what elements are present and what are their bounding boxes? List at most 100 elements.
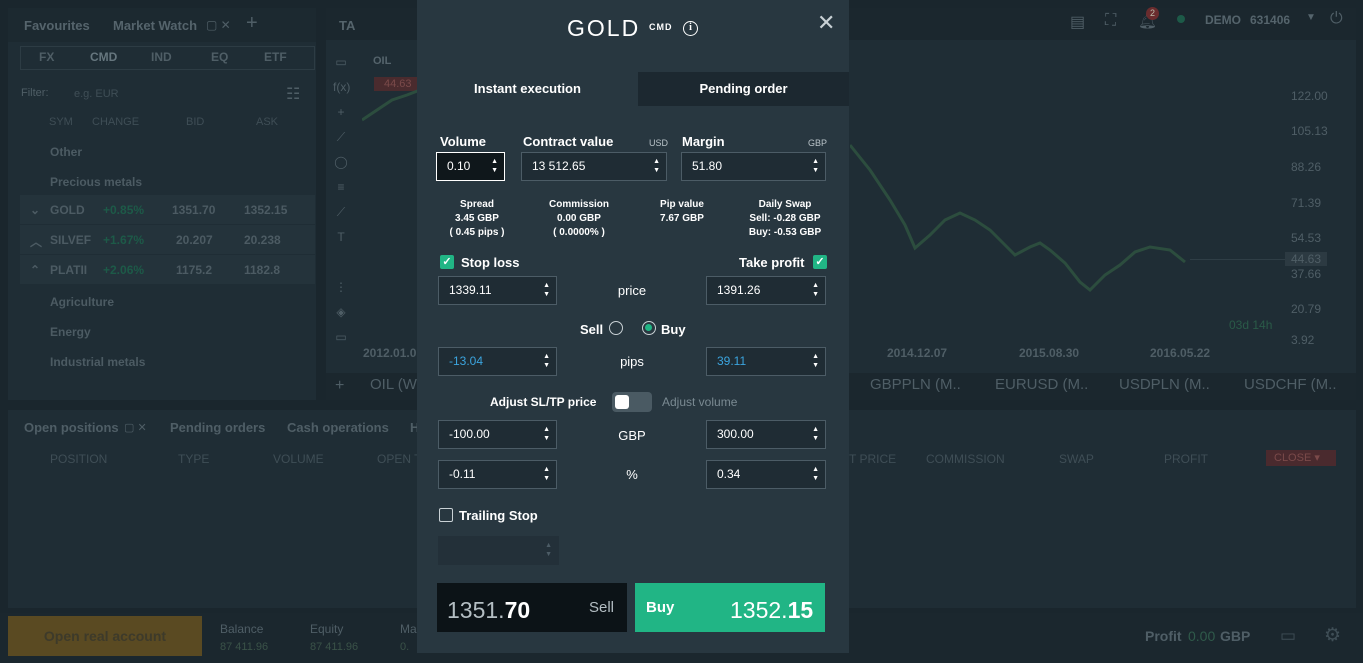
col-sym: SYM xyxy=(49,116,73,128)
stop-loss-checkbox[interactable]: ✓ xyxy=(440,255,454,269)
current-price-label: 44.63 xyxy=(1285,252,1328,266)
filter-input[interactable]: e.g. EUR xyxy=(74,88,119,100)
close-icon[interactable]: ✕ xyxy=(817,10,835,36)
power-icon[interactable]: ⏻ xyxy=(1330,10,1343,28)
instrument-tab[interactable]: USDPLN (M.. xyxy=(1109,376,1220,393)
tab-favourites[interactable]: Favourites xyxy=(24,18,90,33)
buy-price: 1352.15 xyxy=(730,597,814,623)
pips-label: pips xyxy=(620,354,644,369)
percent-label: % xyxy=(626,467,638,482)
buy-radio[interactable] xyxy=(642,321,656,335)
volume-stepper[interactable]: 0.10 ▲ ▼ xyxy=(436,152,505,181)
take-profit-percent-input[interactable]: 0.34 ▲ ▼ xyxy=(706,460,826,489)
chevron-icon: ⌃ xyxy=(30,263,41,277)
price-chart xyxy=(850,144,1186,293)
segment-cmd[interactable]: CMD xyxy=(90,50,117,64)
order-type-tabs: Instant execution Pending order xyxy=(417,72,849,106)
ta-button[interactable]: TA xyxy=(339,18,355,33)
chevron-icon: ⌄ xyxy=(30,203,41,217)
instrument-category: CMD xyxy=(649,22,673,32)
segment-etf[interactable]: ETF xyxy=(264,50,287,64)
take-profit-price-input[interactable]: 1391.26 ▲ ▼ xyxy=(706,276,826,305)
margin-unit: GBP xyxy=(808,138,828,148)
adjust-mode-toggle[interactable] xyxy=(612,392,652,412)
chevron-down-icon[interactable]: ▼ xyxy=(1306,12,1316,23)
instrument-title: GOLD xyxy=(567,15,641,41)
segment-ind[interactable]: IND xyxy=(151,50,172,64)
daily-swap-stat: Daily Swap Sell: -0.28 GBP Buy: -0.53 GB… xyxy=(748,199,822,238)
instrument-tab[interactable]: GBPPLN (M.. xyxy=(860,376,971,393)
buy-button[interactable]: Buy 1352.15 xyxy=(635,583,825,632)
tab-instant-execution[interactable]: Instant execution xyxy=(417,72,638,106)
stop-loss-label: Stop loss xyxy=(461,255,520,270)
price-chart-left xyxy=(362,88,421,122)
group-agriculture[interactable]: Agriculture xyxy=(20,287,315,316)
chart-symbol: OIL xyxy=(373,55,392,67)
group-other[interactable]: Other xyxy=(20,137,315,166)
take-profit-checkbox[interactable]: ✓ xyxy=(813,255,827,269)
group-precious-metals[interactable]: Precious metals xyxy=(20,167,315,196)
margin-stepper[interactable]: 51.80 ▲ ▼ xyxy=(681,152,826,181)
col-bid: BID xyxy=(186,116,205,128)
take-profit-gbp-input[interactable]: 300.00 ▲ ▼ xyxy=(706,420,826,449)
countdown: 03d 14h xyxy=(1229,318,1273,332)
close-icon[interactable]: ▢ ✕ xyxy=(206,18,231,32)
list-item[interactable]: ⌃ PLATII +2.06% 1175.2 1182.8 xyxy=(20,255,315,284)
fullscreen-icon[interactable]: ⛶ xyxy=(1105,12,1116,30)
stop-loss-gbp-input[interactable]: -100.00 ▲ ▼ xyxy=(438,420,557,449)
margin-label: Margin xyxy=(682,134,725,149)
gear-icon[interactable]: ⚙ xyxy=(1324,624,1341,647)
trailing-stop-checkbox[interactable] xyxy=(439,508,453,522)
stop-loss-price-input[interactable]: 1339.11 ▲ ▼ xyxy=(438,276,557,305)
take-profit-pips-input[interactable]: 39.11 ▲ ▼ xyxy=(706,347,826,376)
stop-loss-pips-input[interactable]: -13.04 ▲ ▼ xyxy=(438,347,557,376)
col-ask: ASK xyxy=(256,116,279,128)
take-profit-label: Take profit xyxy=(739,255,805,270)
grid-icon[interactable]: ☷ xyxy=(286,84,300,104)
price-label: price xyxy=(617,283,647,298)
tab-pending-orders[interactable]: Pending orders xyxy=(170,420,265,435)
sell-button[interactable]: 1351.70 Sell xyxy=(437,583,627,632)
segment-eq[interactable]: EQ xyxy=(211,50,228,64)
contract-value-label: Contract value xyxy=(523,134,614,149)
status-dot xyxy=(1177,15,1185,23)
chart-toolbar: ▭ f(x) + ⟋ ◯ ≡ ⟋ T ⋮ ◈ ▭ xyxy=(333,55,351,344)
tab-market-watch[interactable]: Market Watch xyxy=(113,18,197,33)
contract-value-unit: USD xyxy=(649,138,669,148)
account-id[interactable]: 631406 xyxy=(1250,13,1290,27)
commission-stat: Commission 0.00 GBP ( 0.0000% ) xyxy=(548,199,609,238)
instrument-tab[interactable]: EURUSD (M.. xyxy=(985,376,1098,393)
adjust-sltp-label: Adjust SL/TP price xyxy=(490,395,597,409)
group-energy[interactable]: Energy xyxy=(20,317,315,346)
sell-label: Sell xyxy=(580,322,604,337)
tab-cash-operations[interactable]: Cash operations xyxy=(287,420,389,435)
pip-value-stat: Pip value 7.67 GBP xyxy=(660,199,704,224)
notification-badge: 2 xyxy=(1146,7,1159,20)
tab-open-positions[interactable]: Open positions xyxy=(24,420,119,435)
add-tab-icon[interactable]: + xyxy=(246,12,258,35)
layout-icon[interactable]: ▤ xyxy=(1070,12,1085,32)
spread-stat: Spread 3.45 GBP ( 0.45 pips ) xyxy=(449,199,505,238)
account-type[interactable]: DEMO xyxy=(1205,13,1241,27)
list-item[interactable]: ︿ SILVEF +1.67% 20.207 20.238 xyxy=(20,225,315,254)
stop-loss-percent-input[interactable]: -0.11 ▲ ▼ xyxy=(438,460,557,489)
tab-pending-order[interactable]: Pending order xyxy=(638,72,849,106)
close-all-button[interactable]: CLOSE ▾ xyxy=(1266,450,1336,466)
trailing-stop-input[interactable]: ▲ ▼ xyxy=(438,536,559,565)
segment-fx[interactable]: FX xyxy=(39,50,54,64)
contract-value-stepper[interactable]: 13 512.65 ▲ ▼ xyxy=(521,152,667,181)
adjust-volume-label: Adjust volume xyxy=(662,395,738,409)
sell-radio[interactable] xyxy=(609,321,623,335)
list-item[interactable]: ⌄ GOLD +0.85% 1351.70 1352.15 xyxy=(20,195,315,224)
instrument-tab[interactable]: USDCHF (M.. xyxy=(1234,376,1347,393)
add-chart-icon[interactable]: + xyxy=(335,377,344,395)
buy-label: Buy xyxy=(661,322,686,337)
group-industrial-metals[interactable]: Industrial metals xyxy=(20,347,315,376)
chevron-icon: ︿ xyxy=(30,235,43,249)
col-change: CHANGE xyxy=(92,116,140,128)
chat-icon[interactable]: ▭ xyxy=(1280,626,1296,646)
open-real-account-button[interactable]: Open real account xyxy=(8,616,202,656)
close-icon[interactable]: ▢ ✕ xyxy=(124,421,147,434)
sell-price: 1351.70 xyxy=(447,597,531,623)
info-icon[interactable]: i xyxy=(683,21,698,36)
